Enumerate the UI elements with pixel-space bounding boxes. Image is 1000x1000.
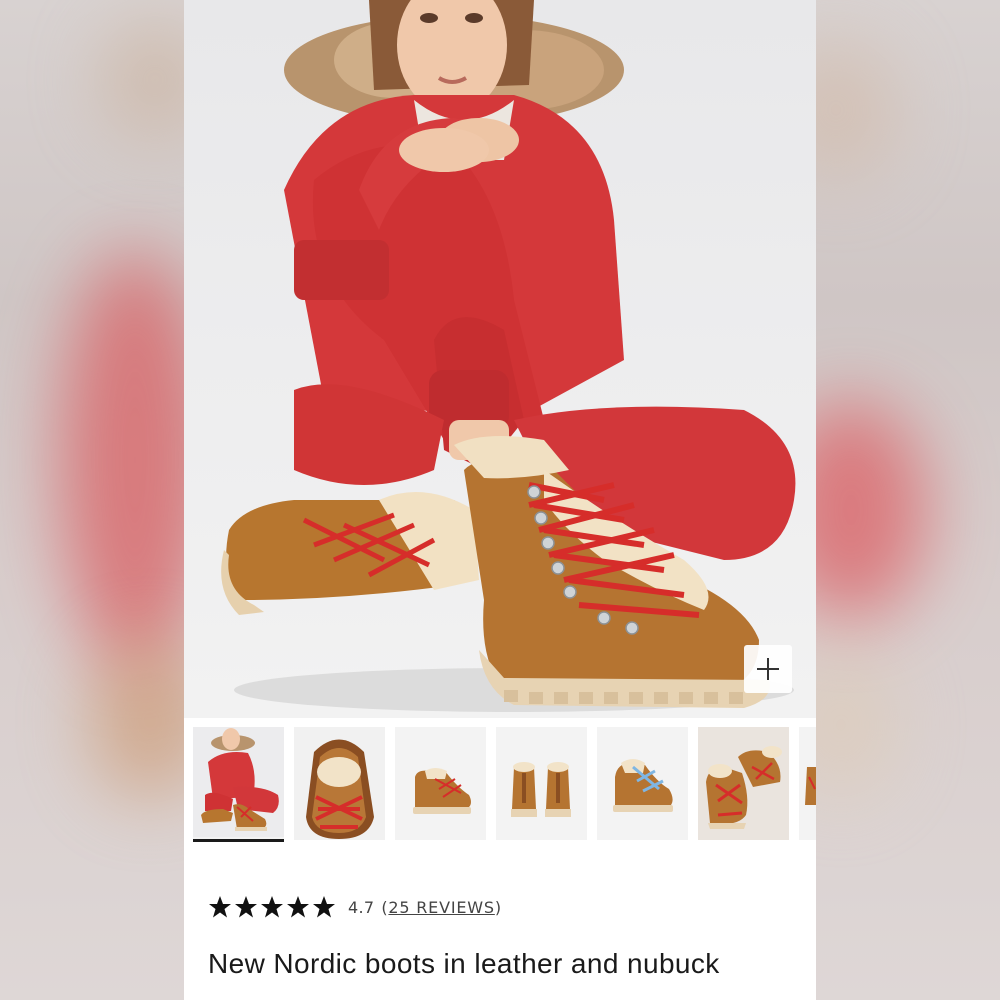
thumbnail-boot-toe-closeup[interactable] xyxy=(294,727,385,840)
thumbnail-image xyxy=(395,727,486,840)
thumbnail-image xyxy=(294,727,385,840)
blurred-background-left xyxy=(0,0,184,1000)
thumbnail-boot-side-view[interactable] xyxy=(395,727,486,840)
blurred-background-right xyxy=(816,0,1000,1000)
thumbnail-boot-pair-back-view[interactable] xyxy=(496,727,587,840)
reviews-link[interactable]: (25 REVIEWS) xyxy=(381,898,502,917)
thumbnail-model-sitting[interactable] xyxy=(193,727,284,842)
product-title: New Nordic boots in leather and nubuck xyxy=(208,948,720,979)
thumbnail-carousel[interactable] xyxy=(184,727,816,843)
reviews-count-label[interactable]: 25 REVIEWS xyxy=(388,898,494,917)
thumbnail-image xyxy=(698,727,789,840)
product-rating: 4.7 (25 REVIEWS) xyxy=(208,893,502,921)
thumbnail-image xyxy=(597,727,688,840)
thumbnail-boot-partial[interactable] xyxy=(799,727,816,840)
thumbnail-image xyxy=(799,727,816,840)
thumbnail-boot-blue-laces[interactable] xyxy=(597,727,688,840)
thumbnail-boot-pair-red-laces[interactable] xyxy=(698,727,789,840)
thumbnail-image xyxy=(496,727,587,840)
product-hero-image[interactable] xyxy=(184,0,816,718)
star-rating xyxy=(208,895,336,919)
product-page: 4.7 (25 REVIEWS) New Nordic boots in lea… xyxy=(184,0,816,1000)
star-icons xyxy=(209,896,335,918)
model-photo xyxy=(221,0,796,712)
zoom-button[interactable] xyxy=(744,645,792,693)
reviews-close-paren: ) xyxy=(494,897,502,917)
thumbnail-image xyxy=(193,727,284,837)
rating-value: 4.7 xyxy=(348,897,375,917)
plus-icon xyxy=(757,658,779,680)
